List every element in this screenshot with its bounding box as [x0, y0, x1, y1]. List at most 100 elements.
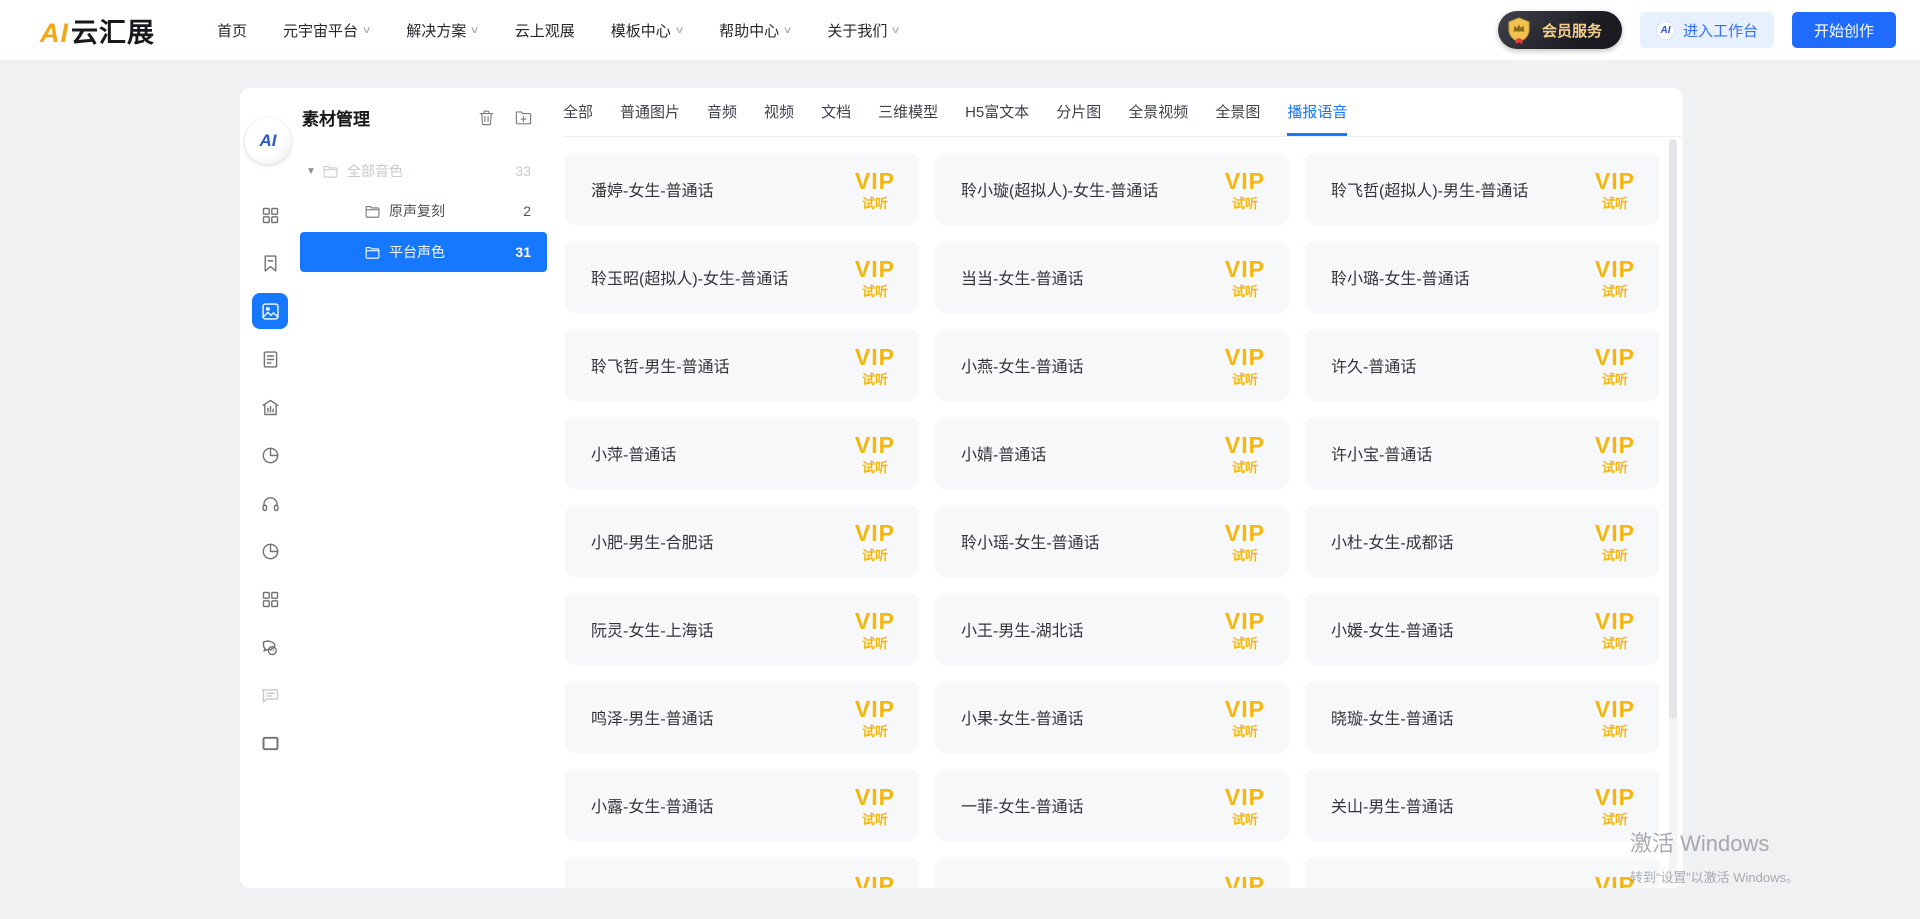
voice-card[interactable]: 聆飞哲(超拟人)-男生-普通话VIP试听 — [1305, 153, 1659, 225]
voice-card[interactable]: VIP试听 — [565, 857, 919, 888]
vip-listen-button[interactable]: VIP试听 — [855, 170, 895, 210]
vip-listen-button[interactable]: VIP试听 — [1225, 786, 1265, 826]
tree-node-3[interactable]: 平台声色31 — [300, 232, 547, 272]
vip-listen-button[interactable]: VIP试听 — [1595, 874, 1635, 888]
nav-item-6[interactable]: 帮助中心∨ — [719, 20, 791, 41]
tab-2[interactable]: 普通图片 — [620, 88, 680, 136]
voice-card[interactable]: 一菲-女生-普通话VIP试听 — [935, 769, 1289, 841]
tab-3[interactable]: 音频 — [707, 88, 737, 136]
tab-1[interactable]: 全部 — [563, 88, 593, 136]
voice-card[interactable]: 小杜-女生-成都话VIP试听 — [1305, 505, 1659, 577]
nav-item-1[interactable]: 首页 — [217, 20, 247, 41]
voice-card[interactable]: 鸣泽-男生-普通话VIP试听 — [565, 681, 919, 753]
rail-item-headphones[interactable] — [240, 479, 300, 527]
tab-5[interactable]: 文档 — [821, 88, 851, 136]
tree-expand-caret-icon[interactable]: ▼ — [300, 166, 322, 177]
vip-listen-button[interactable]: VIP试听 — [1225, 522, 1265, 562]
enter-workspace-button[interactable]: AI 进入工作台 — [1640, 12, 1774, 48]
vip-listen-button[interactable]: VIP试听 — [1595, 610, 1635, 650]
vip-listen-button[interactable]: VIP试听 — [1225, 434, 1265, 474]
rail-item-bookmark[interactable] — [240, 239, 300, 287]
tab-10[interactable]: 全景图 — [1215, 88, 1260, 136]
trash-icon[interactable] — [477, 108, 496, 127]
voice-card[interactable]: 聆飞哲-男生-普通话VIP试听 — [565, 329, 919, 401]
voice-card[interactable]: 阮灵-女生-上海话VIP试听 — [565, 593, 919, 665]
folder-add-icon[interactable] — [514, 108, 533, 127]
voice-card[interactable]: 小肥-男生-合肥话VIP试听 — [565, 505, 919, 577]
voice-card[interactable]: 许小宝-普通话VIP试听 — [1305, 417, 1659, 489]
vip-listen-button[interactable]: VIP试听 — [855, 874, 895, 888]
start-create-button[interactable]: 开始创作 — [1792, 12, 1896, 48]
voice-card[interactable]: 小果-女生-普通话VIP试听 — [935, 681, 1289, 753]
voice-card[interactable]: 小媛-女生-普通话VIP试听 — [1305, 593, 1659, 665]
vip-listen-button[interactable]: VIP试听 — [1595, 522, 1635, 562]
vip-listen-button[interactable]: VIP试听 — [1595, 434, 1635, 474]
voice-card[interactable]: 聆小璐-女生-普通话VIP试听 — [1305, 241, 1659, 313]
voice-card[interactable]: 关山-男生-普通话VIP试听 — [1305, 769, 1659, 841]
voice-card[interactable]: 聆小瑶-女生-普通话VIP试听 — [935, 505, 1289, 577]
nav-item-4[interactable]: 云上观展 — [515, 20, 575, 41]
vip-listen-button[interactable]: VIP试听 — [1225, 610, 1265, 650]
tree-node-2[interactable]: 原声复刻2 — [300, 192, 547, 230]
voice-card[interactable]: VIP试听 — [1305, 857, 1659, 888]
rail-item-comment-bubble[interactable] — [240, 671, 300, 719]
rail-item-image-media[interactable] — [240, 287, 300, 335]
vip-badge: VIP — [855, 698, 895, 721]
vip-listen-button[interactable]: VIP试听 — [1595, 698, 1635, 738]
vip-listen-button[interactable]: VIP试听 — [1595, 258, 1635, 298]
vip-listen-button[interactable]: VIP试听 — [1595, 786, 1635, 826]
nav-item-7[interactable]: 关于我们∨ — [827, 20, 899, 41]
rail-item-browser-window[interactable] — [240, 719, 300, 767]
scrollbar-thumb[interactable] — [1669, 139, 1677, 719]
rail-item-dashboard-grid[interactable] — [240, 191, 300, 239]
tree-node-1[interactable]: ▼全部音色33 — [300, 152, 547, 190]
member-service-button[interactable]: 会员服务 — [1498, 11, 1622, 49]
vip-listen-button[interactable]: VIP试听 — [1225, 346, 1265, 386]
vip-listen-button[interactable]: VIP试听 — [1225, 258, 1265, 298]
rail-item-pie-chart[interactable] — [240, 431, 300, 479]
tab-6[interactable]: 三维模型 — [878, 88, 938, 136]
voice-card[interactable]: 许久-普通话VIP试听 — [1305, 329, 1659, 401]
vip-badge: VIP — [1595, 258, 1635, 281]
voice-card[interactable]: 小燕-女生-普通话VIP试听 — [935, 329, 1289, 401]
voice-card[interactable]: 聆小璇(超拟人)-女生-普通话VIP试听 — [935, 153, 1289, 225]
rail-item-exhibition-hall[interactable] — [240, 383, 300, 431]
vip-listen-button[interactable]: VIP试听 — [855, 610, 895, 650]
voice-card[interactable]: 小露-女生-普通话VIP试听 — [565, 769, 919, 841]
vip-badge: VIP — [1225, 874, 1265, 888]
rail-item-apps-grid[interactable] — [240, 575, 300, 623]
tab-11[interactable]: 播报语音 — [1287, 88, 1347, 136]
nav-item-3[interactable]: 解决方案∨ — [406, 20, 478, 41]
voice-card[interactable]: 小王-男生-湖北话VIP试听 — [935, 593, 1289, 665]
vip-listen-button[interactable]: VIP试听 — [855, 434, 895, 474]
vip-listen-button[interactable]: VIP试听 — [1225, 874, 1265, 888]
vip-listen-button[interactable]: VIP试听 — [1595, 346, 1635, 386]
vip-listen-button[interactable]: VIP试听 — [855, 346, 895, 386]
vertical-scrollbar[interactable] — [1669, 139, 1677, 884]
tab-9[interactable]: 全景视频 — [1128, 88, 1188, 136]
voice-card[interactable]: 小婧-普通话VIP试听 — [935, 417, 1289, 489]
rail-item-pie-chart[interactable] — [240, 527, 300, 575]
app-avatar[interactable]: AI — [245, 118, 291, 164]
vip-listen-button[interactable]: VIP试听 — [1595, 170, 1635, 210]
tab-7[interactable]: H5富文本 — [965, 88, 1029, 136]
nav-item-2[interactable]: 元宇宙平台∨ — [283, 20, 370, 41]
voice-card[interactable]: VIP试听 — [935, 857, 1289, 888]
tab-8[interactable]: 分片图 — [1056, 88, 1101, 136]
voice-card[interactable]: 晓璇-女生-普通话VIP试听 — [1305, 681, 1659, 753]
vip-listen-button[interactable]: VIP试听 — [855, 698, 895, 738]
vip-listen-button[interactable]: VIP试听 — [855, 786, 895, 826]
vip-listen-button[interactable]: VIP试听 — [1225, 698, 1265, 738]
voice-card[interactable]: 小萍-普通话VIP试听 — [565, 417, 919, 489]
rail-item-document[interactable] — [240, 335, 300, 383]
vip-listen-button[interactable]: VIP试听 — [855, 522, 895, 562]
vip-listen-button[interactable]: VIP试听 — [1225, 170, 1265, 210]
tab-4[interactable]: 视频 — [764, 88, 794, 136]
rail-item-chat[interactable] — [240, 623, 300, 671]
voice-card[interactable]: 聆玉昭(超拟人)-女生-普通话VIP试听 — [565, 241, 919, 313]
vip-listen-button[interactable]: VIP试听 — [855, 258, 895, 298]
voice-card[interactable]: 潘婷-女生-普通话VIP试听 — [565, 153, 919, 225]
app-logo[interactable]: AI 云汇展 — [40, 11, 155, 50]
voice-card[interactable]: 当当-女生-普通话VIP试听 — [935, 241, 1289, 313]
nav-item-5[interactable]: 模板中心∨ — [611, 20, 683, 41]
